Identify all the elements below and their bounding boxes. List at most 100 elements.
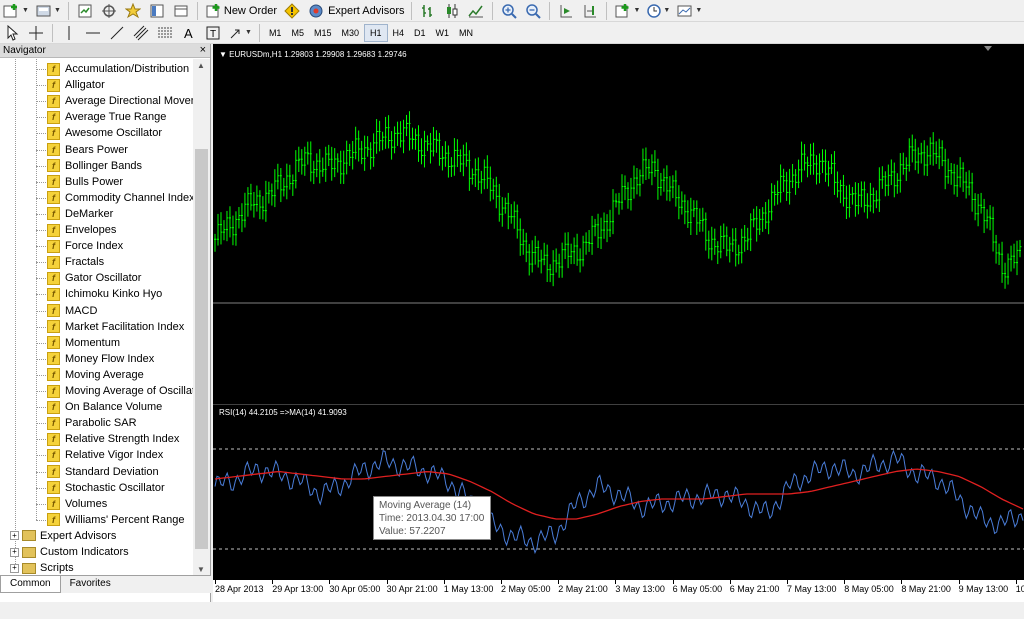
new-chart-button[interactable]: ▼ (1, 1, 31, 21)
price-chart[interactable] (213, 44, 1024, 404)
navigator-indicator-item[interactable]: f Ichimoku Kinko Hyo (47, 286, 162, 302)
timeframe-mn[interactable]: MN (454, 24, 478, 42)
navigator-scrollbar[interactable]: ▲ ▼ (193, 59, 210, 579)
text-tool[interactable]: A (178, 23, 200, 43)
navigator-indicator-item[interactable]: f Bulls Power (47, 174, 123, 190)
equidistant-channel-tool[interactable] (130, 23, 152, 43)
navigator-indicator-item[interactable]: f Williams' Percent Range (47, 512, 184, 528)
expert-advisors-button[interactable]: Expert Advisors (305, 1, 406, 21)
navigator-folder-item[interactable]: + Scripts (10, 560, 74, 576)
fibonacci-tool[interactable] (154, 23, 176, 43)
profiles-button[interactable]: ▼ (33, 1, 63, 21)
navigator-indicator-item[interactable]: f Average True Range (47, 109, 166, 125)
chart-shift-button[interactable] (579, 1, 601, 21)
navigator-indicator-item[interactable]: f Stochastic Oscillator (47, 480, 165, 496)
symbol-collapse-arrow[interactable]: ▼ (219, 50, 229, 59)
indicator-icon: f (47, 336, 60, 350)
zoom-out-button[interactable] (522, 1, 544, 21)
navigator-indicator-item[interactable]: f Bears Power (47, 142, 128, 158)
timeframe-m1[interactable]: M1 (264, 24, 287, 42)
market-watch-button[interactable] (74, 1, 96, 21)
navigator-indicator-item[interactable]: f Relative Strength Index (47, 431, 179, 447)
navigator-indicator-item[interactable]: f Relative Vigor Index (47, 447, 163, 463)
crosshair-tool[interactable] (25, 23, 47, 43)
line-chart-button[interactable] (465, 1, 487, 21)
indicator-icon: f (47, 320, 60, 334)
navigator-indicator-item[interactable]: f Moving Average of Oscillat (47, 383, 194, 399)
chart-window[interactable]: ▼ EURUSDm,H1 1.29803 1.29908 1.29683 1.2… (213, 44, 1024, 602)
arrows-tool[interactable]: ▼ (226, 23, 254, 43)
navigator-indicator-item[interactable]: f Volumes (47, 496, 107, 512)
navigator-folder-item[interactable]: + Custom Indicators (10, 544, 129, 560)
navigator-indicator-item[interactable]: f Money Flow Index (47, 351, 154, 367)
expand-icon[interactable]: + (10, 563, 19, 573)
metaeditor-button[interactable] (281, 1, 303, 21)
navigator-folder-item[interactable]: + Expert Advisors (10, 528, 116, 544)
templates-button[interactable]: ▼ (674, 1, 704, 21)
folder-icon (22, 546, 36, 558)
candlestick-chart-button[interactable] (441, 1, 463, 21)
bar-chart-button[interactable] (417, 1, 439, 21)
navigator-close-button[interactable]: × (200, 44, 206, 56)
navigator-indicator-item[interactable]: f Bollinger Bands (47, 158, 142, 174)
auto-scroll-button[interactable] (555, 1, 577, 21)
scroll-up-arrow[interactable]: ▲ (197, 61, 205, 70)
navigator-indicator-item[interactable]: f Parabolic SAR (47, 415, 137, 431)
timeframe-m15[interactable]: M15 (309, 24, 337, 42)
indicator-icon: f (47, 513, 60, 527)
crosshair-data-window-button[interactable] (98, 1, 120, 21)
navigator-indicator-item[interactable]: f MACD (47, 303, 97, 319)
zoom-in-button[interactable] (498, 1, 520, 21)
rsi-subwindow[interactable] (213, 404, 1024, 580)
indicator-icon: f (47, 400, 60, 414)
timeframe-h4[interactable]: H4 (388, 24, 410, 42)
navigator-indicator-item[interactable]: f On Balance Volume (47, 399, 162, 415)
timeframe-m30[interactable]: M30 (336, 24, 364, 42)
timeframe-h1[interactable]: H1 (364, 23, 388, 42)
trendline-tool[interactable] (106, 23, 128, 43)
strategy-tester-button[interactable] (170, 1, 192, 21)
horizontal-line-tool[interactable] (82, 23, 104, 43)
indicator-icon: f (47, 497, 60, 511)
indicator-label: Moving Average (65, 368, 144, 381)
tab-common[interactable]: Common (0, 576, 61, 593)
navigator-indicator-item[interactable]: f Awesome Oscillator (47, 125, 162, 141)
periods-button[interactable]: ▼ (644, 1, 672, 21)
indicator-icon: f (47, 271, 60, 285)
navigator-indicator-item[interactable]: f Standard Deviation (47, 464, 159, 480)
text-label-tool[interactable]: T (202, 23, 224, 43)
navigator-indicator-item[interactable]: f Moving Average (47, 367, 144, 383)
navigator-indicator-item[interactable]: f Momentum (47, 335, 120, 351)
cursor-tool[interactable] (1, 23, 23, 43)
expand-icon[interactable]: + (10, 531, 19, 541)
navigator-indicator-item[interactable]: f Fractals (47, 254, 104, 270)
tree-connector (36, 149, 46, 151)
navigator-indicator-item[interactable]: f Alligator (47, 77, 105, 93)
indicator-label: Ichimoku Kinko Hyo (65, 288, 163, 301)
indicator-icon: f (47, 126, 60, 140)
vertical-line-tool[interactable] (58, 23, 80, 43)
navigator-indicator-item[interactable]: f DeMarker (47, 206, 113, 222)
expand-icon[interactable]: + (10, 547, 19, 557)
scroll-down-arrow[interactable]: ▼ (197, 565, 205, 574)
navigator-indicator-item[interactable]: f Force Index (47, 238, 123, 254)
tab-favorites[interactable]: Favorites (61, 576, 120, 593)
indicators-list-button[interactable]: ▼ (612, 1, 642, 21)
navigator-indicator-item[interactable]: f Gator Oscillator (47, 270, 141, 286)
timeframe-w1[interactable]: W1 (431, 24, 455, 42)
navigator-indicator-item[interactable]: f Market Facilitation Index (47, 319, 184, 335)
new-order-button[interactable]: New Order (203, 1, 279, 21)
navigator-button[interactable] (122, 1, 144, 21)
indicator-icon: f (47, 465, 60, 478)
scroll-thumb[interactable] (195, 149, 208, 549)
navigator-indicator-item[interactable]: f Envelopes (47, 222, 116, 238)
timeframe-d1[interactable]: D1 (409, 24, 431, 42)
toolbar-separator (258, 23, 260, 42)
navigator-indicator-item[interactable]: f Commodity Channel Index (47, 190, 194, 206)
navigator-indicator-item[interactable]: f Accumulation/Distribution (47, 61, 189, 77)
timeframe-m5[interactable]: M5 (286, 24, 309, 42)
tree-connector (36, 59, 37, 520)
indicator-icon: f (47, 287, 60, 301)
navigator-indicator-item[interactable]: f Average Directional Moven (47, 93, 194, 109)
terminal-button[interactable] (146, 1, 168, 21)
